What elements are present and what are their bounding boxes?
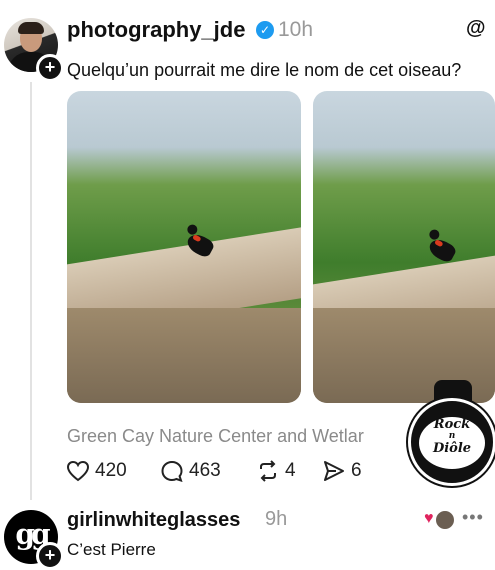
post-photo-1[interactable] bbox=[67, 91, 301, 403]
reply-username[interactable]: girlinwhiteglasses bbox=[67, 509, 240, 532]
threads-logo-icon[interactable]: @ bbox=[466, 17, 486, 40]
watermark-line-3: Diôle bbox=[432, 441, 472, 456]
liked-by-author-indicator: ♥ bbox=[424, 509, 456, 531]
repost-icon bbox=[260, 460, 276, 482]
reply-time: 9h bbox=[265, 508, 288, 530]
repost-button[interactable]: 4 bbox=[256, 460, 296, 482]
post-time: 10h bbox=[278, 18, 314, 41]
repost-count: 4 bbox=[285, 460, 296, 481]
verified-check-icon: ✓ bbox=[256, 21, 274, 39]
like-button[interactable]: 420 bbox=[66, 460, 127, 482]
post-photo-2[interactable] bbox=[313, 91, 495, 403]
follow-plus-icon[interactable]: + bbox=[36, 542, 64, 570]
share-button[interactable]: 6 bbox=[322, 460, 362, 482]
reply-count: 463 bbox=[189, 460, 221, 481]
follow-plus-icon[interactable]: + bbox=[36, 54, 64, 82]
watermark-logo: Rock n Diôle bbox=[408, 398, 495, 486]
send-icon bbox=[324, 461, 344, 481]
watermark-line-1: Rock bbox=[433, 417, 471, 432]
reply-text: C’est Pierre bbox=[67, 540, 156, 559]
post-text: Quelqu’un pourrait me dire le nom de cet… bbox=[67, 60, 462, 80]
location-caption[interactable]: Green Cay Nature Center and Wetlar bbox=[67, 426, 364, 447]
comment-icon bbox=[161, 460, 183, 482]
red-heart-icon: ♥ bbox=[424, 510, 434, 527]
bird-shape bbox=[426, 235, 458, 265]
reply-button[interactable]: 463 bbox=[160, 460, 221, 482]
thread-connector-line bbox=[30, 82, 32, 500]
watermark-line-2: n bbox=[448, 431, 456, 441]
author-username[interactable]: photography_jde bbox=[67, 17, 245, 43]
heart-icon bbox=[66, 460, 90, 482]
more-options-icon[interactable]: ••• bbox=[462, 507, 484, 528]
like-count: 420 bbox=[95, 460, 127, 481]
author-mini-avatar bbox=[434, 509, 456, 531]
share-count: 6 bbox=[351, 460, 362, 481]
